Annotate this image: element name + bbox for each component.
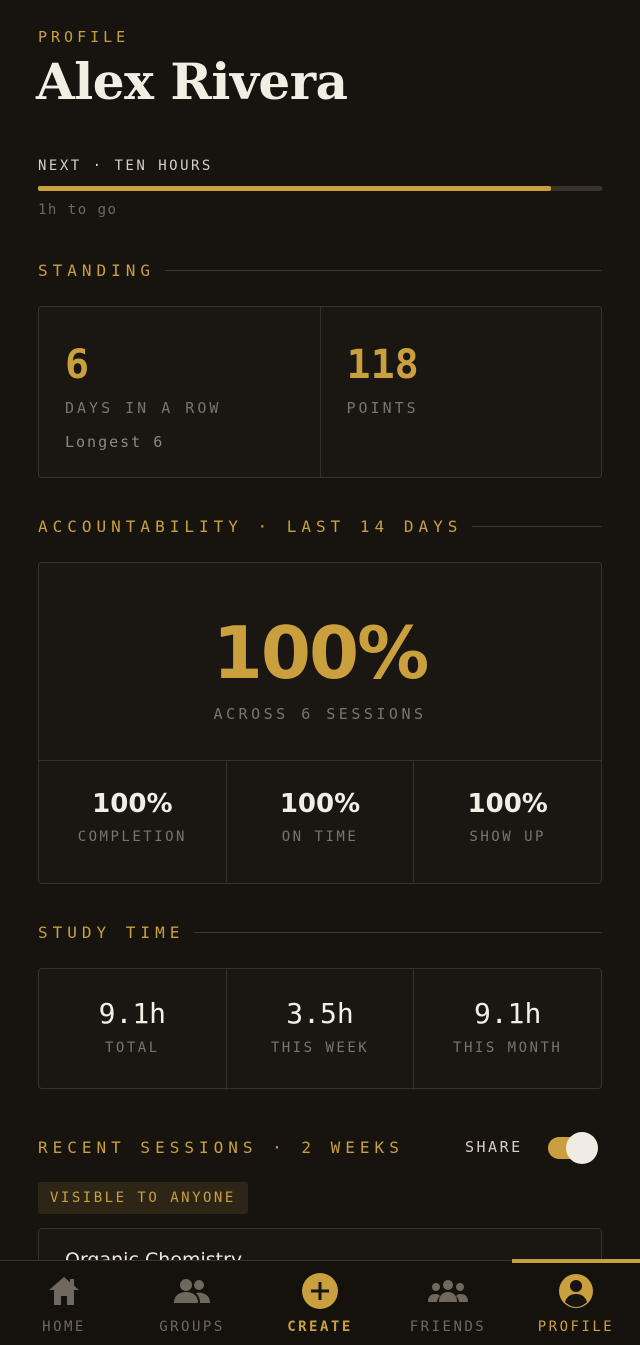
- accountability-card: 100% ACROSS 6 SESSIONS 100% COMPLETION 1…: [38, 562, 602, 884]
- stat-label: SHOW UP: [469, 829, 546, 845]
- stat-value: 100%: [467, 789, 548, 819]
- study-time-stats: 9.1h TOTAL 3.5h THIS WEEK 9.1h THIS MONT…: [39, 969, 601, 1090]
- stat-label: THIS MONTH: [453, 1040, 563, 1056]
- tab-home[interactable]: HOME: [0, 1261, 128, 1345]
- points-cell: 118 POINTS: [319, 307, 602, 477]
- profile-screen: PROFILE Alex Rivera NEXT · TEN HOURS 1h …: [0, 0, 640, 1260]
- longest-streak: Longest 6: [65, 433, 165, 451]
- study-this-month: 9.1h THIS MONTH: [413, 969, 601, 1090]
- stat-on-time: 100% ON TIME: [225, 761, 414, 882]
- standing-title: STANDING: [38, 260, 156, 280]
- stat-label: TOTAL: [105, 1040, 160, 1056]
- session-title: Organic Chemistry: [65, 1249, 243, 1260]
- stat-label: ON TIME: [281, 829, 359, 845]
- tab-label: HOME: [42, 1319, 86, 1335]
- share-toggle[interactable]: [548, 1132, 598, 1164]
- stat-show-up: 100% SHOW UP: [413, 761, 601, 882]
- progress-bar: [38, 186, 602, 191]
- progress-fill: [38, 186, 552, 191]
- stat-value: 3.5h: [286, 997, 354, 1030]
- friends-icon: [384, 1273, 512, 1309]
- accountability-header: ACCOUNTABILITY · LAST 14 DAYS: [38, 516, 602, 536]
- tab-groups[interactable]: GROUPS: [128, 1261, 256, 1345]
- profile-name: Alex Rivera: [36, 52, 348, 111]
- divider: [165, 269, 602, 271]
- visibility-badge: VISIBLE TO ANYONE: [38, 1182, 248, 1214]
- standing-header: STANDING: [38, 260, 602, 280]
- page-eyebrow: PROFILE: [38, 28, 130, 46]
- study-time-card: 9.1h TOTAL 3.5h THIS WEEK 9.1h THIS MONT…: [38, 968, 602, 1090]
- tab-friends[interactable]: FRIENDS: [384, 1261, 512, 1345]
- streak-cell: 6 DAYS IN A ROW Longest 6: [39, 307, 320, 477]
- tab-label: GROUPS: [159, 1319, 225, 1335]
- streak-label: DAYS IN A ROW: [65, 399, 222, 417]
- stat-value: 100%: [279, 789, 361, 819]
- tab-profile[interactable]: PROFILE: [512, 1259, 640, 1345]
- tab-label: PROFILE: [537, 1319, 615, 1335]
- bottom-tab-bar: HOME GROUPS CREATE FRIENDS PROFILE: [0, 1259, 640, 1345]
- sessions-count: ACROSS 6 SESSIONS: [213, 705, 427, 723]
- points-value: 118: [346, 342, 419, 388]
- user-circle-icon: [512, 1273, 640, 1309]
- toggle-knob: [566, 1132, 598, 1164]
- tab-create[interactable]: CREATE: [256, 1261, 384, 1345]
- study-time-header: STUDY TIME: [38, 922, 602, 942]
- stat-value: 100%: [92, 789, 173, 819]
- accountability-title: ACCOUNTABILITY · LAST 14 DAYS: [38, 516, 463, 536]
- stat-completion: 100% COMPLETION: [39, 761, 226, 882]
- recent-sessions-title: RECENT SESSIONS · 2 WEEKS: [38, 1138, 404, 1157]
- points-label: POINTS: [346, 399, 419, 417]
- stat-label: THIS WEEK: [270, 1040, 370, 1056]
- tab-label: FRIENDS: [409, 1319, 487, 1335]
- accountability-percent: 100%: [212, 611, 429, 695]
- accountability-stats: 100% COMPLETION 100% ON TIME 100% SHOW U…: [39, 761, 601, 882]
- streak-value: 6: [65, 342, 90, 388]
- progress-remaining: 1h to go: [38, 202, 118, 218]
- session-card[interactable]: Organic Chemistry: [38, 1228, 602, 1260]
- tab-label: CREATE: [287, 1319, 353, 1335]
- divider: [472, 525, 602, 527]
- study-time-title: STUDY TIME: [38, 922, 185, 942]
- standing-card: 6 DAYS IN A ROW Longest 6 118 POINTS: [38, 306, 602, 478]
- share-label: SHARE: [465, 1138, 523, 1156]
- stat-label: COMPLETION: [77, 829, 187, 845]
- study-this-week: 3.5h THIS WEEK: [225, 969, 414, 1090]
- progress-label: NEXT · TEN HOURS: [38, 158, 213, 174]
- divider: [194, 931, 602, 933]
- stat-value: 9.1h: [473, 997, 542, 1030]
- groups-icon: [128, 1273, 256, 1309]
- plus-circle-icon: [256, 1273, 384, 1309]
- accountability-hero: 100% ACROSS 6 SESSIONS: [39, 563, 601, 761]
- home-icon: [0, 1273, 128, 1309]
- study-total: 9.1h TOTAL: [39, 969, 226, 1090]
- stat-value: 9.1h: [98, 997, 167, 1030]
